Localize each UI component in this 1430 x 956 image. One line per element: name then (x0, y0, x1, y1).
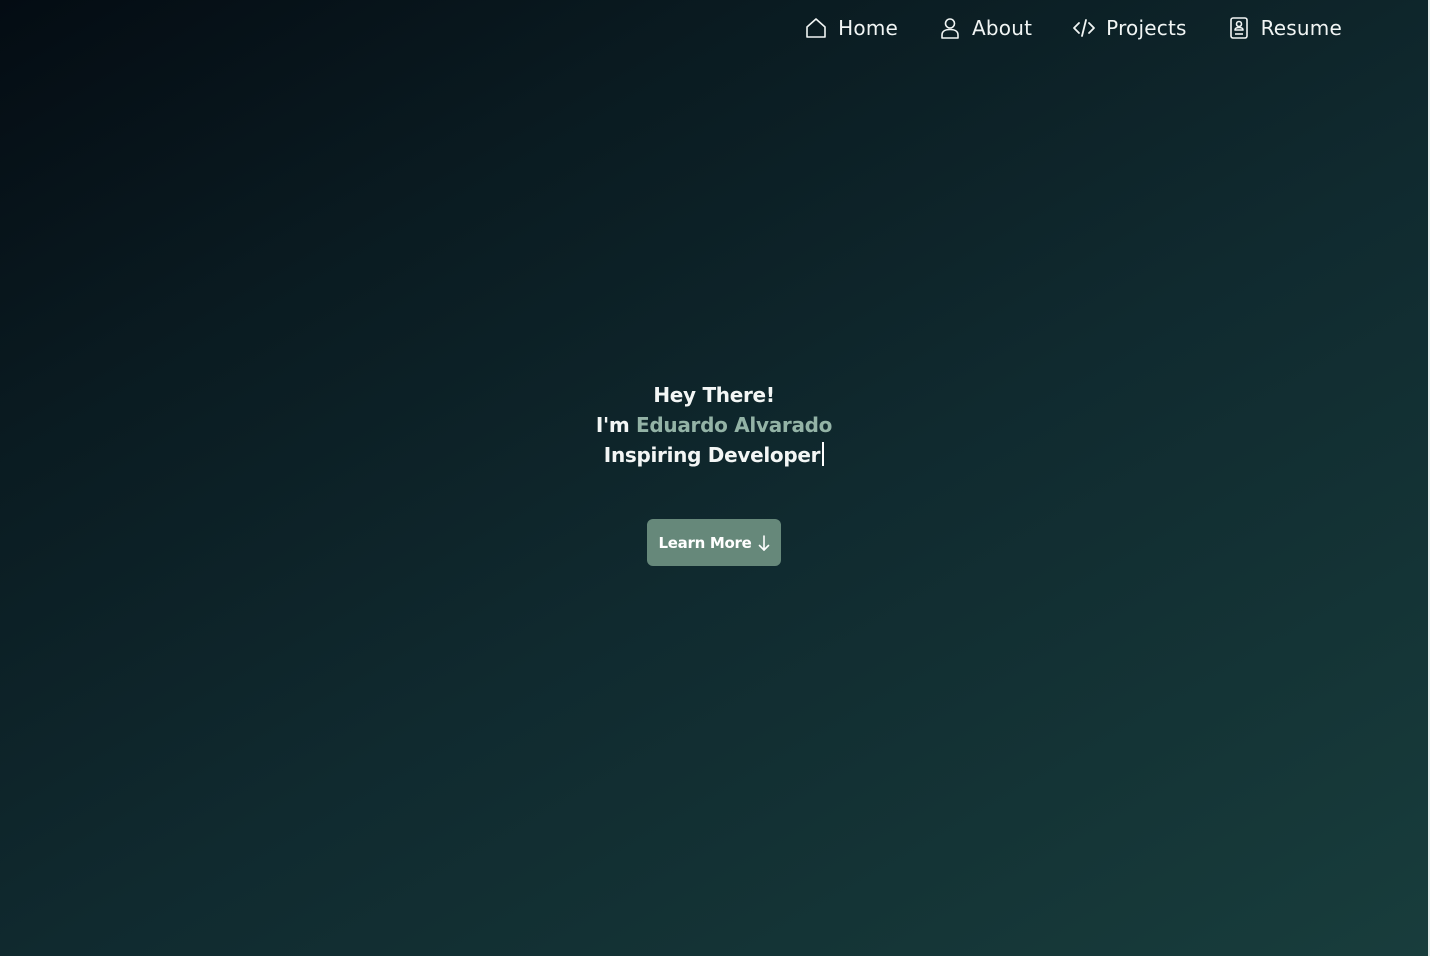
learn-more-button[interactable]: Learn More (647, 519, 781, 566)
nav-projects-label: Projects (1106, 16, 1187, 40)
role-line: Inspiring Developer (0, 440, 1428, 470)
user-icon (941, 18, 959, 39)
nav-resume[interactable]: Resume (1227, 12, 1342, 44)
arrow-down-icon (759, 534, 770, 551)
typing-cursor (822, 442, 825, 466)
greeting: Hey There! (653, 383, 775, 407)
code-icon (1073, 19, 1096, 37)
typed-role: Inspiring Developer (603, 443, 821, 467)
top-nav: Home About Projects Resume (804, 12, 1342, 44)
nav-resume-label: Resume (1260, 16, 1342, 40)
nav-projects[interactable]: Projects (1072, 12, 1186, 44)
resume-icon (1229, 17, 1248, 39)
home-icon (806, 18, 826, 38)
intro-prefix: I'm (595, 413, 630, 437)
intro-line: I'm Eduardo Alvarado (0, 410, 1428, 440)
nav-home-label: Home (838, 16, 899, 40)
learn-more-label: Learn More (658, 533, 752, 552)
hero-page: Home About Projects Resume Hey There! I'… (0, 0, 1428, 956)
nav-about-label: About (972, 16, 1033, 40)
nav-home[interactable]: Home (804, 12, 898, 44)
hero-heading: Hey There! I'm Eduardo Alvarado Inspirin… (0, 380, 1428, 470)
nav-about[interactable]: About (938, 12, 1032, 44)
owner-name: Eduardo Alvarado (636, 413, 833, 437)
